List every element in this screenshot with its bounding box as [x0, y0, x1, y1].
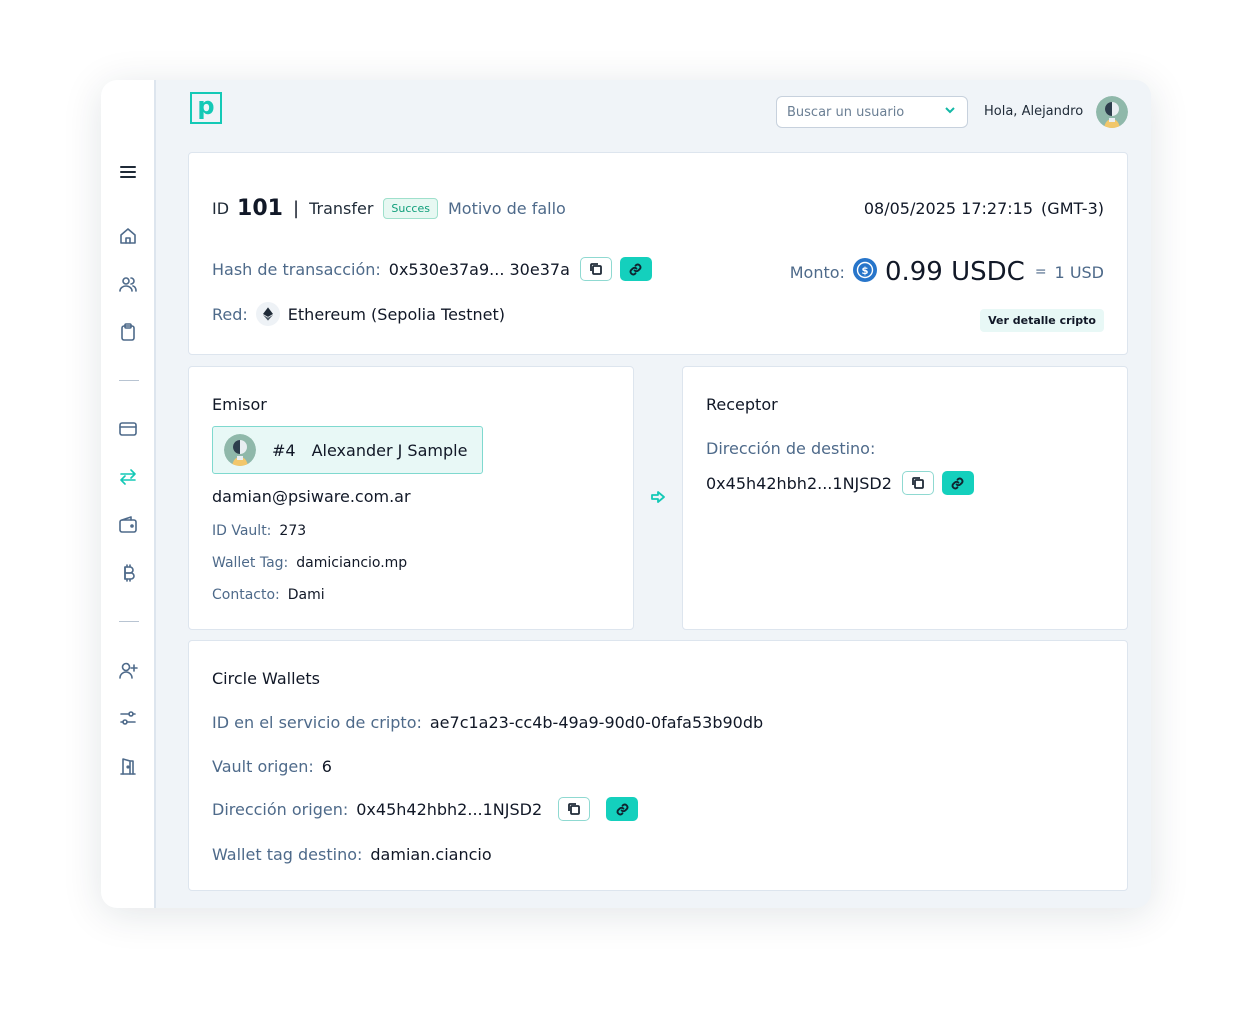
- dest-tag-label: Wallet tag destino:: [212, 845, 363, 864]
- user-search-select[interactable]: Buscar un usuario: [776, 96, 968, 128]
- wallet-tag-value: damiciancio.mp: [296, 555, 408, 571]
- chevron-down-icon: [943, 103, 957, 121]
- search-placeholder: Buscar un usuario: [787, 104, 905, 120]
- vault-origin-value: 6: [321, 757, 332, 776]
- user-greeting: Hola, Alejandro: [984, 104, 1084, 119]
- clipboard-icon[interactable]: [117, 321, 139, 343]
- sidebar-divider: [119, 380, 139, 381]
- sender-card: Emisor #4 Alexander J Sample damian@psiw…: [188, 366, 634, 630]
- ethereum-icon: [255, 302, 280, 326]
- user-avatar[interactable]: [1096, 96, 1128, 128]
- menu-icon[interactable]: [117, 161, 139, 183]
- transaction-summary-card: ID 101 | Transfer Succes Motivo de fallo…: [188, 152, 1128, 355]
- copy-icon: [589, 263, 602, 275]
- amount-label: Monto:: [789, 262, 845, 282]
- transaction-type: Transfer: [309, 199, 374, 218]
- transfer-arrows-icon[interactable]: [117, 466, 139, 488]
- sender-email: damian@psiware.com.ar: [212, 487, 411, 506]
- transaction-id: 101: [237, 196, 283, 221]
- separator: |: [292, 198, 300, 219]
- bitcoin-icon[interactable]: [117, 562, 139, 584]
- usdc-icon: $: [852, 258, 877, 286]
- copy-hash-button[interactable]: [579, 257, 612, 281]
- destination-address-value: 0x45h42hbh2...1NJSD2: [706, 473, 892, 493]
- transaction-datetime: 08/05/2025 17:27:15: [863, 199, 1034, 218]
- service-id-value: ae7c1a23-cc4b-49a9-90d0-0fafa53b90db: [429, 713, 764, 732]
- add-user-icon[interactable]: [117, 659, 139, 681]
- status-badge: Succes: [383, 198, 438, 219]
- copy-origin-button[interactable]: [558, 797, 591, 821]
- vault-origin-label: Vault origen:: [212, 757, 314, 776]
- circle-wallets-card: Circle Wallets ID en el servicio de crip…: [188, 640, 1128, 891]
- receiver-card: Receptor Dirección de destino: 0x45h42hb…: [682, 366, 1128, 630]
- link-icon: [952, 477, 964, 489]
- copy-icon: [912, 477, 924, 489]
- sender-name: Alexander J Sample: [311, 440, 468, 460]
- open-destination-link-button[interactable]: [941, 471, 974, 495]
- credit-card-icon[interactable]: [117, 418, 139, 440]
- sender-user-chip[interactable]: #4 Alexander J Sample: [212, 426, 483, 474]
- network-value: Ethereum (Sepolia Testnet): [287, 304, 506, 324]
- origin-address-value: 0x45h42hbh2...1NJSD2: [356, 799, 543, 819]
- sender-title: Emisor: [212, 395, 267, 414]
- exit-door-icon[interactable]: [117, 755, 139, 777]
- amount-value: 0.99 USDC: [884, 257, 1025, 287]
- amount-fiat: 1 USD: [1054, 262, 1104, 282]
- link-icon: [616, 803, 629, 815]
- amount-equals: =: [1034, 264, 1047, 280]
- open-hash-link-button[interactable]: [619, 257, 652, 281]
- svg-text:$: $: [861, 266, 868, 277]
- network-label: Red:: [212, 304, 248, 324]
- open-origin-link-button[interactable]: [606, 797, 639, 821]
- hash-value: 0x530e37a9... 30e37a: [388, 259, 570, 279]
- settings-sliders-icon[interactable]: [117, 707, 139, 729]
- wallet-tag-label: Wallet Tag:: [212, 555, 289, 571]
- contact-value: Dami: [287, 587, 325, 603]
- circle-title: Circle Wallets: [212, 669, 320, 688]
- sender-avatar: [224, 434, 256, 466]
- vault-value: 273: [279, 523, 307, 539]
- failure-reason: Motivo de fallo: [447, 199, 566, 218]
- app-logo[interactable]: p: [190, 92, 222, 124]
- origin-address-label: Dirección origen:: [212, 799, 349, 819]
- users-icon[interactable]: [117, 273, 139, 295]
- sidebar-divider: [119, 621, 139, 622]
- link-icon: [629, 263, 642, 275]
- view-crypto-detail-button[interactable]: Ver detalle cripto: [980, 309, 1104, 332]
- sidebar: [101, 80, 156, 908]
- service-id-label: ID en el servicio de cripto:: [212, 713, 422, 732]
- timezone: (GMT-3): [1041, 199, 1104, 218]
- destination-address-label: Dirección de destino:: [706, 439, 876, 458]
- copy-destination-button[interactable]: [901, 471, 934, 495]
- vault-label: ID Vault:: [212, 523, 272, 539]
- home-icon[interactable]: [117, 225, 139, 247]
- dest-tag-value: damian.ciancio: [370, 845, 492, 864]
- receiver-title: Receptor: [706, 395, 778, 414]
- hash-label: Hash de transacción:: [212, 259, 381, 279]
- id-label: ID: [212, 199, 230, 218]
- sender-number: #4: [272, 440, 296, 460]
- wallet-icon[interactable]: [117, 514, 139, 536]
- copy-icon: [568, 803, 581, 815]
- app-window: p Buscar un usuario Hola, Alejandro ID 1…: [101, 80, 1151, 908]
- arrow-right-icon: [650, 489, 666, 505]
- contact-label: Contacto:: [212, 587, 280, 603]
